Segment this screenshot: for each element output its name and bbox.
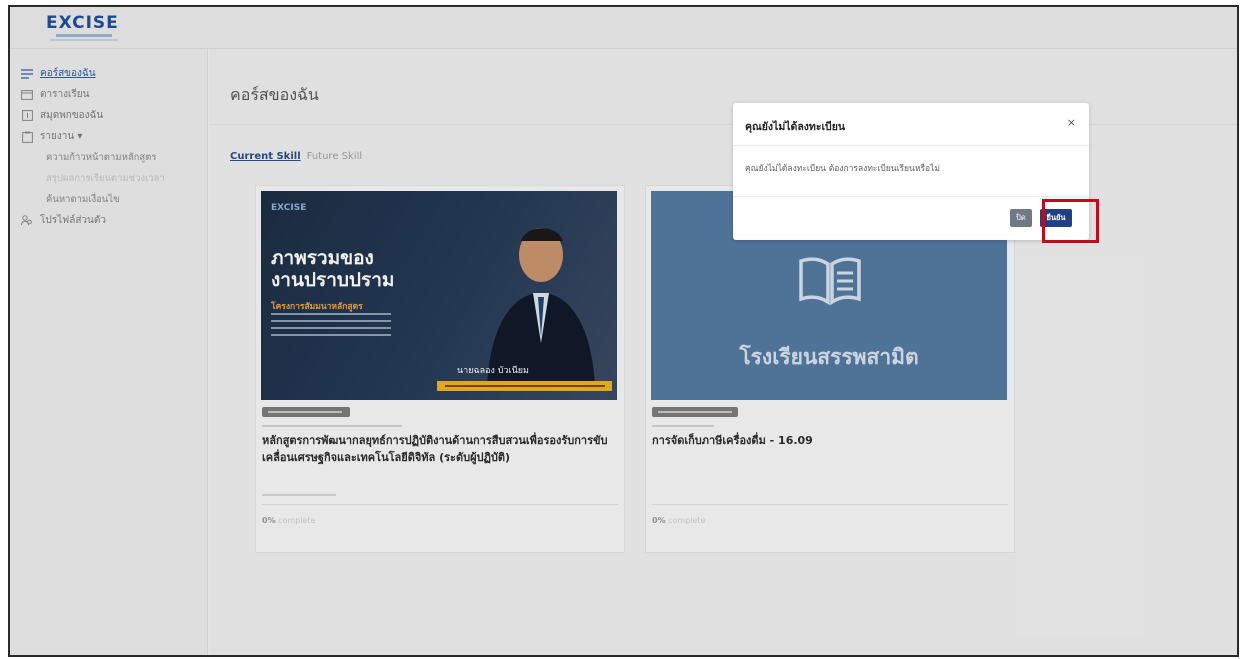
modal-message: คุณยังไม่ได้ลงทะเบียน ต้องการลงทะเบียนเร… (745, 164, 940, 174)
modal-close-button[interactable]: ปิด (1010, 209, 1032, 227)
confirm-highlight-box (1042, 199, 1099, 243)
close-icon[interactable]: × (1067, 116, 1076, 129)
registration-modal: คุณยังไม่ได้ลงทะเบียน × คุณยังไม่ได้ลงทะ… (733, 103, 1089, 240)
modal-title: คุณยังไม่ได้ลงทะเบียน (745, 121, 846, 133)
